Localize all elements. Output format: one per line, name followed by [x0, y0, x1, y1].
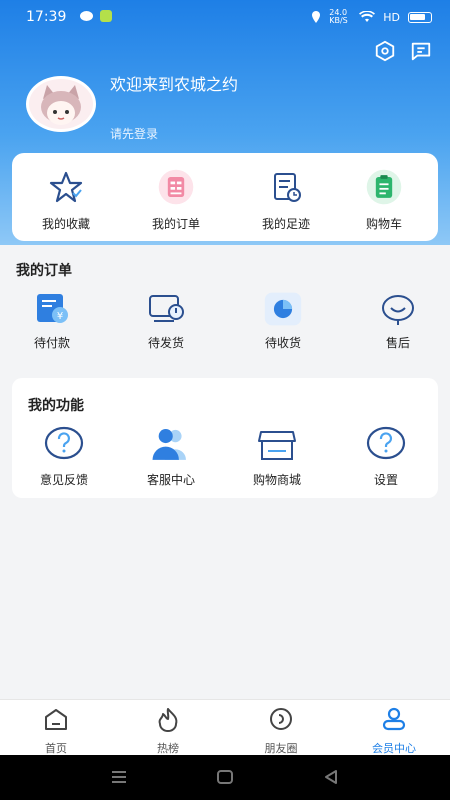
- order-pending-receipt[interactable]: 待收货: [243, 290, 323, 351]
- home-icon: [45, 709, 67, 730]
- shop-icon: [258, 431, 296, 460]
- shipping-icon: [149, 295, 184, 322]
- function-feedback[interactable]: 意见反馈: [24, 424, 104, 488]
- order-label: 待发货: [147, 336, 184, 350]
- clipboard-icon: [366, 169, 402, 205]
- function-shop[interactable]: 购物商城: [237, 424, 317, 488]
- nav-moments[interactable]: 朋友圈: [241, 706, 321, 756]
- status-bar: 17:39 24.0 KB/S HD: [0, 0, 450, 34]
- nav-label: 热榜: [157, 742, 179, 755]
- function-customer-service[interactable]: 客服中心: [131, 424, 211, 488]
- order-label: 待付款: [33, 336, 70, 350]
- function-label: 设置: [373, 473, 398, 487]
- quick-link-label: 我的订单: [151, 217, 200, 231]
- order-list-icon: [158, 169, 194, 205]
- quick-link-orders[interactable]: 我的订单: [136, 167, 216, 232]
- settings-hex-icon[interactable]: [374, 40, 396, 62]
- quick-link-footprint[interactable]: 我的足迹: [246, 167, 326, 232]
- signal-type: HD: [383, 10, 400, 24]
- nav-label: 会员中心: [372, 742, 416, 755]
- nav-member-center[interactable]: 会员中心: [354, 706, 434, 756]
- nav-label: 朋友圈: [264, 742, 298, 755]
- question-icon: [366, 426, 406, 460]
- login-link[interactable]: 请先登录: [110, 125, 158, 142]
- order-label: 待收货: [264, 336, 301, 350]
- function-settings[interactable]: 设置: [346, 424, 426, 488]
- system-navigation-bar: [0, 755, 450, 800]
- bottom-nav: 首页 热榜 朋友圈 会员中心: [0, 699, 450, 755]
- order-pending-payment[interactable]: ¥ 待付款: [12, 290, 92, 351]
- order-label: 售后: [385, 336, 410, 350]
- header-actions: [374, 40, 432, 62]
- function-label: 客服中心: [146, 473, 195, 487]
- back-icon[interactable]: [322, 769, 340, 785]
- member-icon: [382, 707, 406, 731]
- receive-icon: [264, 292, 302, 326]
- welcome-text: 欢迎来到农城之约: [110, 75, 239, 94]
- orders-row: ¥ 待付款 待发货 待收货 售后: [0, 290, 450, 360]
- nav-hot[interactable]: 热榜: [128, 706, 208, 756]
- chat-notification-icon: [80, 11, 93, 21]
- wifi-icon: [359, 11, 376, 22]
- customer-service-icon: [152, 429, 186, 460]
- quick-link-label: 我的足迹: [261, 217, 310, 231]
- after-sale-icon: [382, 295, 414, 325]
- quick-links-card: 我的收藏 我的订单 我的足迹 购物车: [12, 153, 438, 241]
- svg-text:¥: ¥: [57, 311, 63, 322]
- payment-icon: ¥: [37, 294, 68, 323]
- fire-icon: [158, 708, 178, 732]
- network-speed: 24.0 KB/S: [329, 8, 348, 25]
- footprint-icon: [274, 173, 301, 202]
- avatar-cat-icon: [29, 79, 93, 129]
- status-time: 17:39: [26, 9, 67, 25]
- star-icon: [49, 171, 83, 203]
- home-button-icon[interactable]: [216, 769, 234, 785]
- quick-link-label: 我的收藏: [41, 217, 90, 231]
- function-label: 意见反馈: [39, 473, 88, 487]
- battery-icon: [408, 11, 432, 23]
- functions-section-title: 我的功能: [28, 398, 84, 414]
- app-notification-icon: [100, 10, 112, 22]
- question-icon: [44, 426, 84, 460]
- location-icon: [312, 11, 321, 23]
- nav-label: 首页: [45, 742, 67, 755]
- nav-home[interactable]: 首页: [16, 706, 96, 756]
- menu-icon[interactable]: [110, 769, 128, 785]
- order-pending-shipment[interactable]: 待发货: [126, 290, 206, 351]
- functions-card: 我的功能 意见反馈 客服中心 购物商城 设置: [12, 378, 438, 498]
- message-icon[interactable]: [410, 40, 432, 62]
- system-indicators: 24.0 KB/S HD: [311, 9, 432, 25]
- quick-link-label: 购物车: [365, 217, 402, 231]
- order-after-sale[interactable]: 售后: [358, 290, 438, 351]
- orders-section-title: 我的订单: [16, 263, 72, 279]
- quick-link-favorites[interactable]: 我的收藏: [26, 167, 106, 232]
- moments-icon: [270, 708, 292, 730]
- quick-link-cart[interactable]: 购物车: [344, 167, 424, 232]
- avatar[interactable]: [26, 76, 96, 132]
- function-label: 购物商城: [252, 473, 301, 487]
